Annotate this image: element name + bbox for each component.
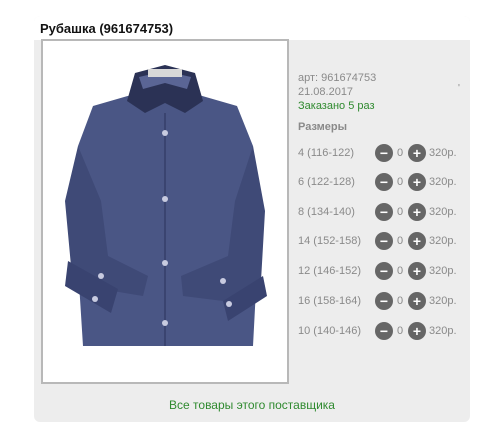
plus-button[interactable]: + — [408, 173, 426, 191]
minus-button[interactable]: − — [375, 322, 393, 340]
size-label: 8 (134-140) — [298, 206, 355, 218]
plus-button[interactable]: + — [408, 262, 426, 280]
tick-mark: ' — [458, 83, 460, 94]
size-price: 320р. — [429, 176, 457, 188]
size-price: 320р. — [429, 325, 457, 337]
product-title: Рубашка (961674753) — [40, 21, 174, 36]
minus-button[interactable]: − — [375, 232, 393, 250]
product-card: Рубашка (961674753) арт: 961674753 21.08… — [34, 16, 470, 422]
title-bar: Рубашка (961674753) — [34, 16, 470, 40]
size-row: 16 (158-164) − 0 + 320р. — [298, 291, 468, 311]
size-label: 12 (146-152) — [298, 265, 361, 277]
quantity-value: 0 — [397, 295, 404, 307]
size-price: 320р. — [429, 206, 457, 218]
size-label: 14 (152-158) — [298, 235, 361, 247]
size-price: 320р. — [429, 265, 457, 277]
article-number: арт: 961674753 — [298, 72, 377, 84]
sizes-title: Размеры — [298, 121, 348, 133]
minus-button[interactable]: − — [375, 292, 393, 310]
minus-button[interactable]: − — [375, 173, 393, 191]
plus-button[interactable]: + — [408, 292, 426, 310]
size-row: 12 (146-152) − 0 + 320р. — [298, 261, 468, 281]
size-row: 14 (152-158) − 0 + 320р. — [298, 231, 468, 251]
minus-button[interactable]: − — [375, 144, 393, 162]
size-label: 4 (116-122) — [298, 147, 355, 159]
product-info: арт: 961674753 21.08.2017 Заказано 5 раз — [298, 71, 376, 113]
quantity-value: 0 — [397, 265, 404, 277]
size-label: 6 (122-128) — [298, 176, 355, 188]
product-photo[interactable] — [41, 39, 289, 384]
shirt-image — [53, 51, 277, 372]
size-price: 320р. — [429, 295, 457, 307]
supplier-products-link[interactable]: Все товары этого поставщика — [34, 398, 470, 412]
quantity-value: 0 — [397, 176, 404, 188]
plus-button[interactable]: + — [408, 232, 426, 250]
size-row: 4 (116-122) − 0 + 320р. — [298, 143, 468, 163]
quantity-value: 0 — [397, 147, 404, 159]
size-row: 8 (134-140) − 0 + 320р. — [298, 202, 468, 222]
size-price: 320р. — [429, 147, 457, 159]
size-row: 10 (140-146) − 0 + 320р. — [298, 321, 468, 341]
minus-button[interactable]: − — [375, 262, 393, 280]
quantity-value: 0 — [397, 206, 404, 218]
quantity-value: 0 — [397, 325, 404, 337]
plus-button[interactable]: + — [408, 322, 426, 340]
size-row: 6 (122-128) − 0 + 320р. — [298, 172, 468, 192]
ordered-count: Заказано 5 раз — [298, 100, 375, 112]
size-label: 16 (158-164) — [298, 295, 361, 307]
quantity-value: 0 — [397, 235, 404, 247]
size-price: 320р. — [429, 235, 457, 247]
plus-button[interactable]: + — [408, 144, 426, 162]
minus-button[interactable]: − — [375, 203, 393, 221]
plus-button[interactable]: + — [408, 203, 426, 221]
size-label: 10 (140-146) — [298, 325, 361, 337]
product-date: 21.08.2017 — [298, 86, 354, 98]
